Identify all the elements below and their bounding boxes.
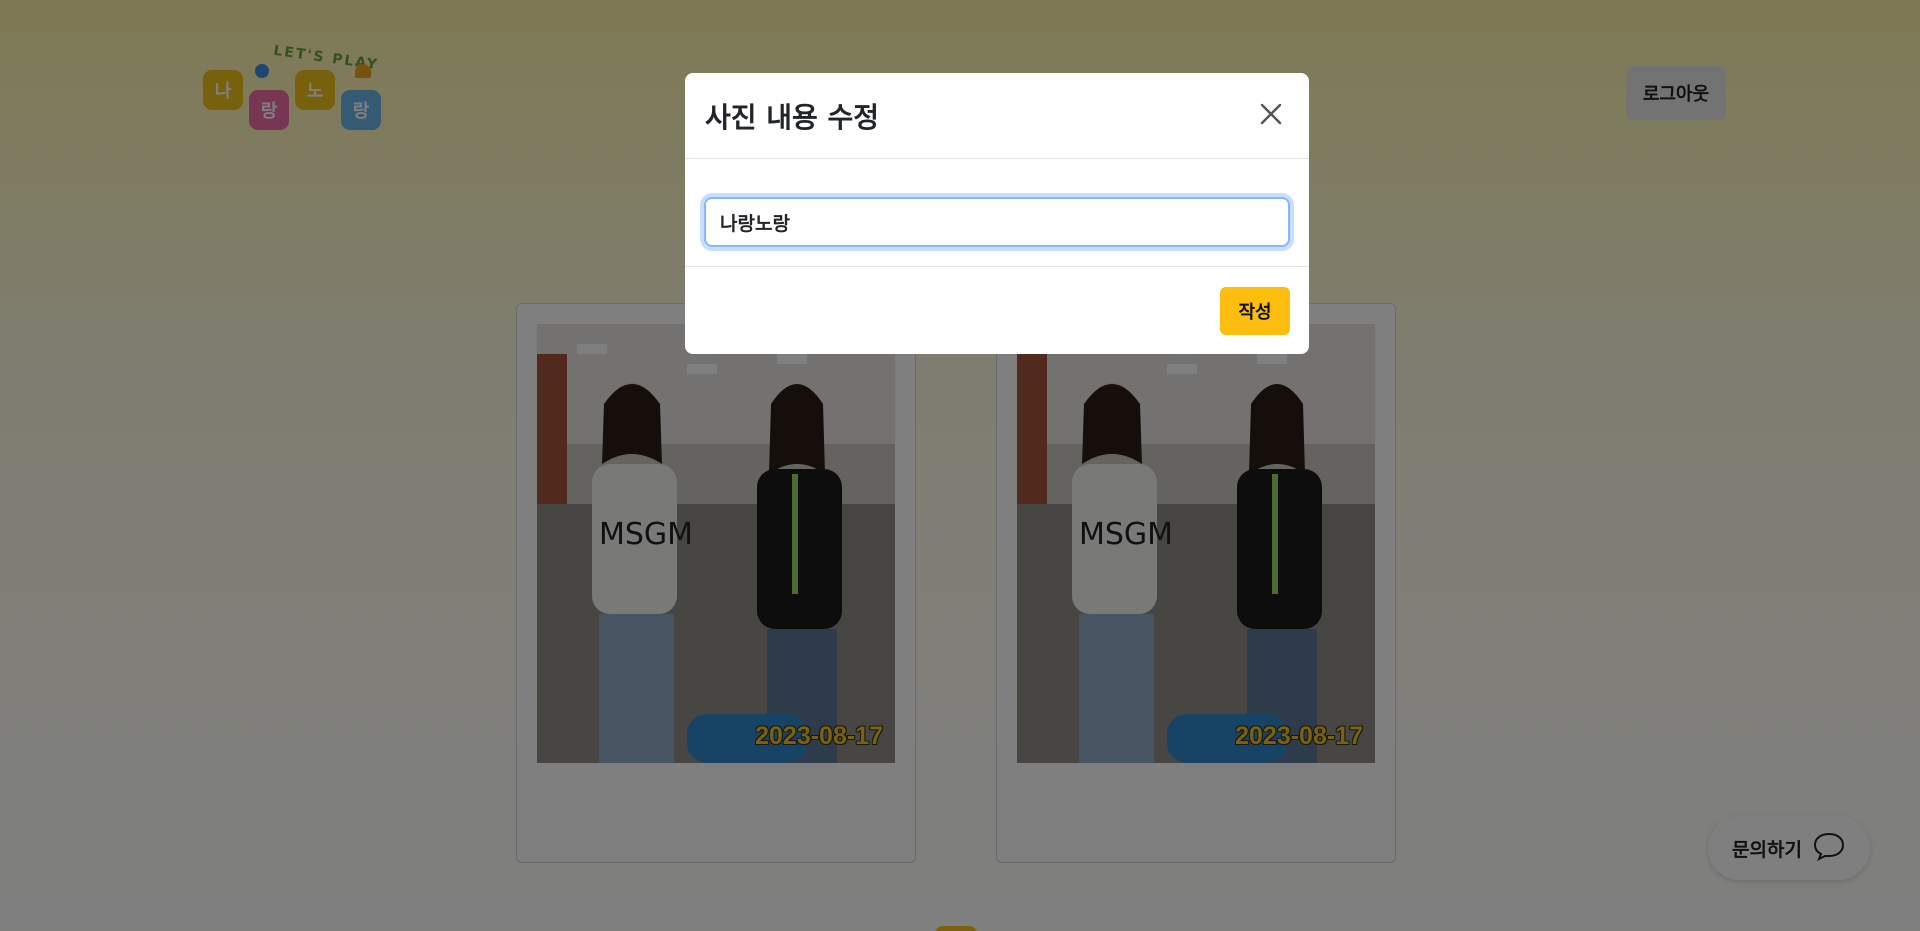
modal-footer: 작성	[685, 267, 1309, 354]
close-icon	[1259, 102, 1283, 129]
modal-body	[685, 159, 1309, 267]
modal-title: 사진 내용 수정	[705, 100, 880, 134]
close-button[interactable]	[1253, 98, 1289, 134]
caption-input[interactable]	[704, 197, 1290, 247]
submit-button[interactable]: 작성	[1220, 286, 1290, 335]
edit-photo-modal: 사진 내용 수정 작성	[685, 73, 1309, 354]
modal-header: 사진 내용 수정	[685, 73, 1309, 159]
